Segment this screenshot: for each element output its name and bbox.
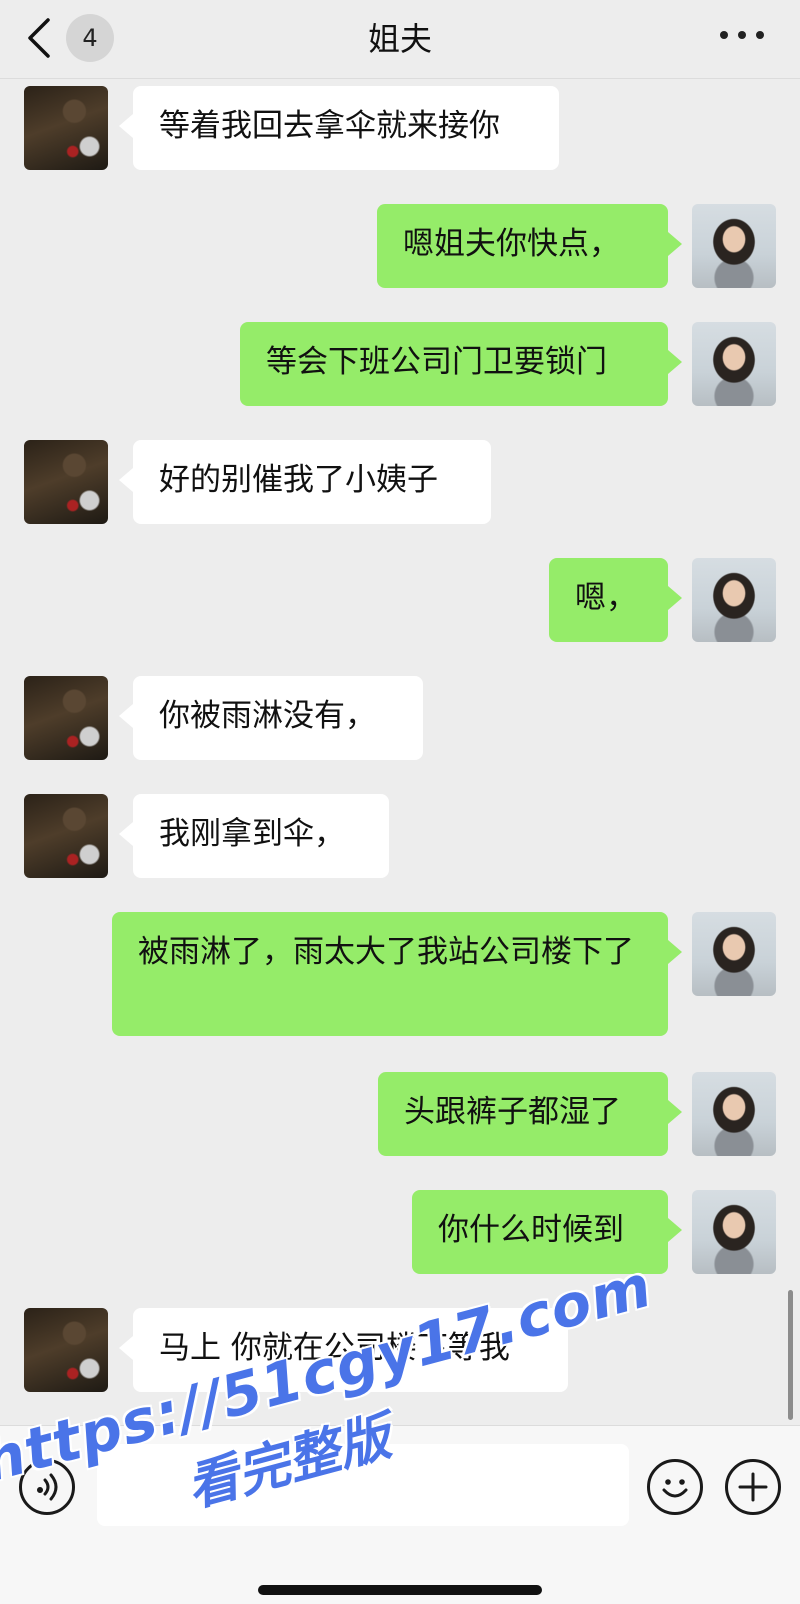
message-bubble-sent[interactable]: 嗯， bbox=[549, 558, 682, 642]
more-button[interactable] bbox=[720, 22, 764, 48]
voice-button[interactable] bbox=[19, 1459, 75, 1515]
message-bubble-received[interactable]: 等着我回去拿伞就来接你 bbox=[119, 86, 559, 170]
emoji-icon bbox=[662, 1479, 688, 1498]
contact-avatar[interactable] bbox=[24, 86, 108, 170]
message-bubble-received[interactable]: 马上 你就在公司楼下等我 bbox=[119, 1308, 568, 1392]
more-dots-icon bbox=[720, 31, 728, 39]
message-bubble-sent[interactable]: 被雨淋了，雨太大了我站公司楼下了 bbox=[112, 912, 682, 1036]
contact-avatar[interactable] bbox=[24, 1308, 108, 1392]
chat-title: 姐夫 bbox=[367, 20, 432, 58]
chat-header: 4 姐夫 bbox=[0, 0, 800, 79]
more-dots-icon bbox=[738, 31, 746, 39]
home-indicator[interactable] bbox=[258, 1585, 542, 1595]
message-bubble-received[interactable]: 好的别催我了小姨子 bbox=[119, 440, 491, 524]
message-bubble-sent[interactable]: 等会下班公司门卫要锁门 bbox=[240, 322, 682, 406]
contact-avatar[interactable] bbox=[24, 440, 108, 524]
message-input[interactable] bbox=[97, 1444, 629, 1526]
message-bubble-received[interactable]: 我刚拿到伞， bbox=[119, 794, 389, 878]
plus-icon bbox=[738, 1472, 768, 1502]
more-functions-button[interactable] bbox=[725, 1459, 781, 1515]
message-bubble-received[interactable]: 你被雨淋没有， bbox=[119, 676, 423, 760]
my-avatar[interactable] bbox=[692, 204, 776, 288]
emoji-button[interactable] bbox=[647, 1459, 703, 1515]
my-avatar[interactable] bbox=[692, 912, 776, 996]
more-dots-icon bbox=[756, 31, 764, 39]
contact-avatar[interactable] bbox=[24, 676, 108, 760]
contact-avatar[interactable] bbox=[24, 794, 108, 878]
message-bubble-sent[interactable]: 嗯姐夫你快点， bbox=[377, 204, 682, 288]
voice-icon bbox=[37, 1473, 58, 1501]
my-avatar[interactable] bbox=[692, 322, 776, 406]
my-avatar[interactable] bbox=[692, 1072, 776, 1156]
scrollbar[interactable] bbox=[788, 1290, 793, 1420]
message-bubble-sent[interactable]: 头跟裤子都湿了 bbox=[378, 1072, 682, 1156]
message-bubble-sent[interactable]: 你什么时候到 bbox=[412, 1190, 682, 1274]
my-avatar[interactable] bbox=[692, 558, 776, 642]
my-avatar[interactable] bbox=[692, 1190, 776, 1274]
